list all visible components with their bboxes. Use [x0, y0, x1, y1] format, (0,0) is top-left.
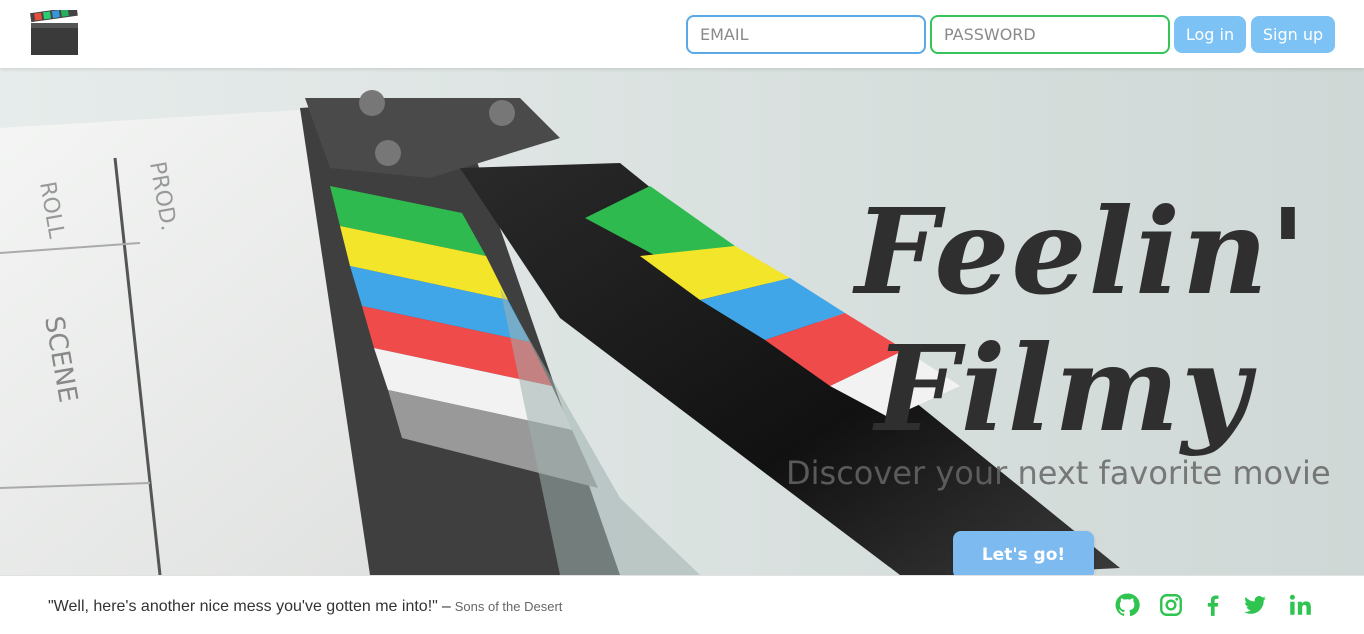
password-field[interactable]: [930, 15, 1170, 54]
hero-subtitle: Discover your next favorite movie: [786, 454, 1331, 492]
footer: "Well, here's another nice mess you've g…: [0, 575, 1364, 634]
quote-text: "Well, here's another nice mess you've g…: [48, 598, 438, 615]
linkedin-icon[interactable]: [1287, 592, 1313, 618]
footer-quote: "Well, here's another nice mess you've g…: [48, 598, 562, 616]
hero-title-line2: Filmy: [875, 319, 1252, 458]
login-button[interactable]: Log in: [1174, 16, 1246, 53]
quote-separator: –: [441, 598, 451, 615]
email-field[interactable]: [686, 15, 926, 54]
instagram-icon[interactable]: [1158, 592, 1184, 618]
hero-title-line1: Feelin': [855, 182, 1309, 321]
lets-go-button[interactable]: Let's go!: [953, 531, 1094, 575]
hero-banner: SCENE ROLL PROD. Feelin' Filmy Discover …: [0, 68, 1364, 575]
top-navbar: Log in Sign up: [0, 0, 1364, 68]
facebook-icon[interactable]: [1200, 592, 1226, 618]
github-icon[interactable]: [1114, 592, 1140, 618]
clapperboard-icon[interactable]: [30, 6, 80, 56]
signup-button[interactable]: Sign up: [1251, 16, 1335, 53]
quote-source: Sons of the Desert: [454, 599, 563, 614]
twitter-icon[interactable]: [1242, 592, 1268, 618]
